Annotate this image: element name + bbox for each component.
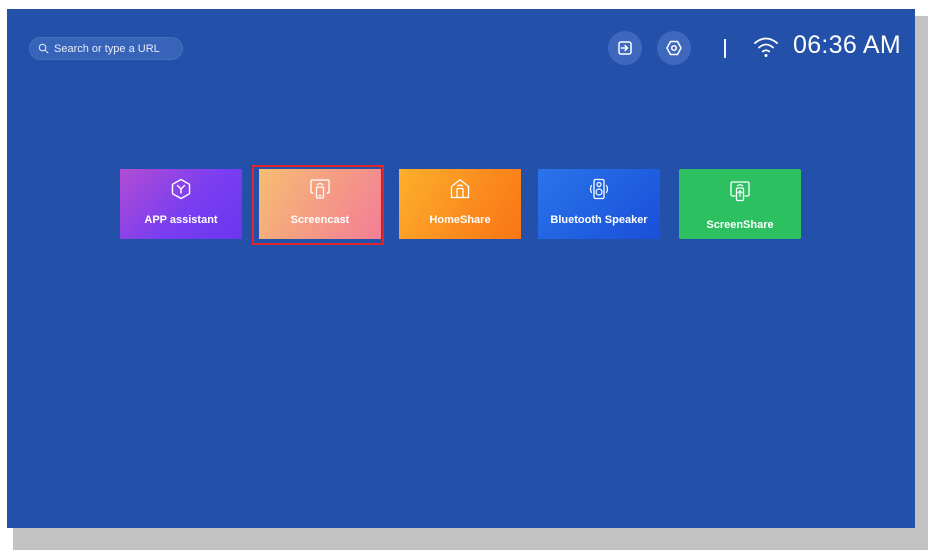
settings-icon	[666, 40, 682, 56]
tile-label: HomeShare	[429, 214, 491, 226]
search-icon	[38, 43, 49, 54]
clock: 06:36 AM	[793, 31, 902, 59]
bluetooth-speaker-tile[interactable]: Bluetooth Speaker	[538, 169, 660, 239]
home-share-icon	[450, 179, 470, 199]
status-divider	[724, 39, 726, 58]
speaker-icon	[589, 178, 609, 200]
screencast-icon	[310, 179, 330, 199]
search-bar[interactable]: Search or type a URL	[29, 37, 183, 60]
tile-label: Screencast	[290, 214, 350, 226]
tv-home-screen: Search or type a URL 06:36 AM APP assist…	[7, 9, 915, 528]
screencast-tile[interactable]: Screencast	[259, 169, 381, 239]
settings-button[interactable]	[657, 31, 691, 65]
app-assistant-tile[interactable]: APP assistant	[120, 169, 242, 239]
screen-share-icon	[730, 181, 750, 202]
input-source-button[interactable]	[608, 31, 642, 65]
wifi-icon	[754, 37, 778, 57]
homeshare-tile[interactable]: HomeShare	[399, 169, 521, 239]
input-source-icon	[618, 41, 632, 55]
hexagon-y-icon	[171, 178, 191, 200]
tile-label: ScreenShare	[706, 219, 774, 231]
search-placeholder: Search or type a URL	[54, 42, 160, 55]
tile-label: Bluetooth Speaker	[550, 214, 648, 226]
tile-label: APP assistant	[144, 214, 218, 226]
screenshare-tile[interactable]: ScreenShare	[679, 169, 801, 239]
